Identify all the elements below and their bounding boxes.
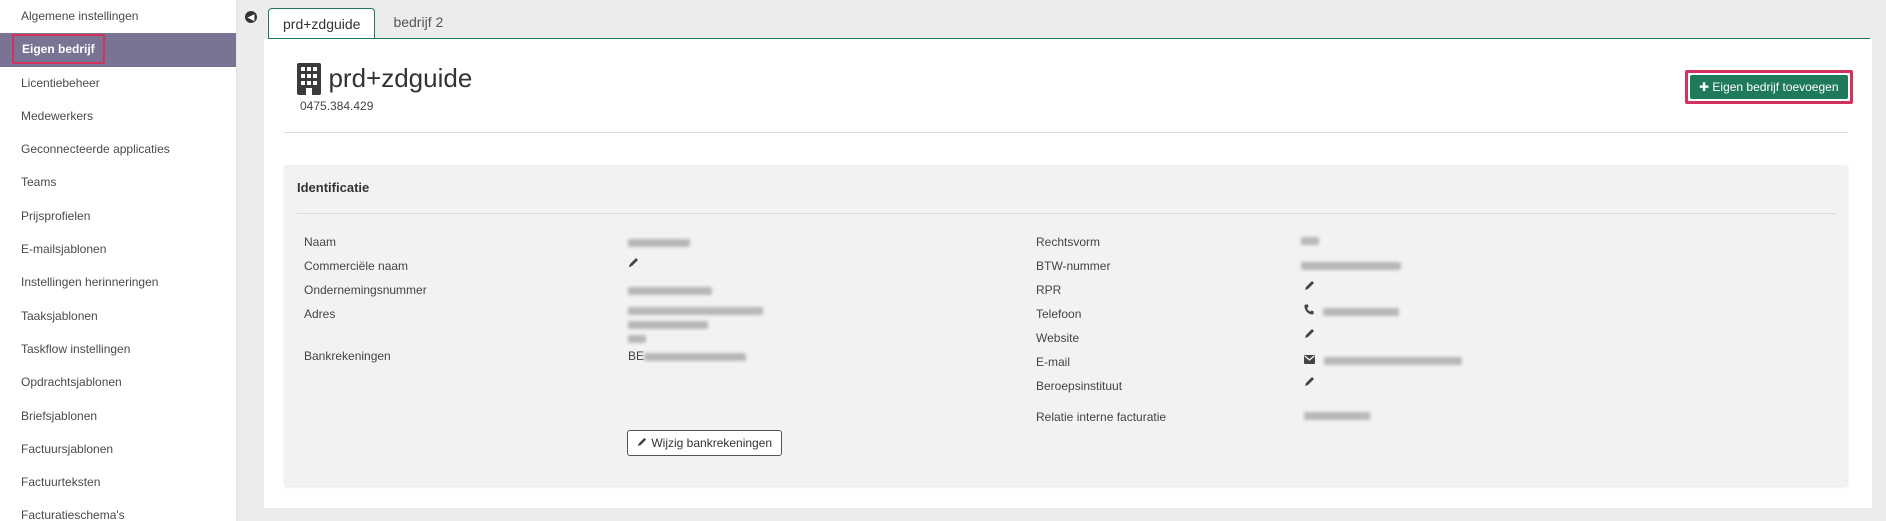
company-header: prd+zdguide xyxy=(296,61,472,100)
ondernemingsnummer-value xyxy=(628,283,712,297)
sidebar-item-e-mailsjablonen[interactable]: E-mailsjablonen xyxy=(0,233,236,266)
edit-website-icon[interactable] xyxy=(1304,327,1316,342)
edit-bank-accounts-label: Wijzig bankrekeningen xyxy=(651,436,773,450)
ondernemingsnummer-label: Ondernemingsnummer xyxy=(304,283,427,297)
card-divider xyxy=(297,213,1836,214)
page-title: prd+zdguide xyxy=(328,63,473,93)
edit-bank-accounts-button[interactable]: Wijzig bankrekeningen xyxy=(627,430,783,456)
bankrekeningen-label: Bankrekeningen xyxy=(304,349,391,363)
sidebar-item-licentiebeheer[interactable]: Licentiebeheer xyxy=(0,67,236,100)
sidebar-item-label: Eigen bedrijf xyxy=(12,34,105,65)
rechtsvorm-value xyxy=(1301,233,1319,247)
relatie-interne-facturatie-label: Relatie interne facturatie xyxy=(1036,410,1167,424)
relatie-interne-facturatie-value xyxy=(1304,408,1370,422)
naam-value xyxy=(628,235,690,249)
company-number: 0475.384.429 xyxy=(300,99,374,113)
tab-prd-zdguide[interactable]: prd+zdguide xyxy=(268,8,376,40)
adres-label: Adres xyxy=(304,307,336,321)
building-icon xyxy=(296,63,322,100)
phone-icon xyxy=(1304,304,1317,318)
rpr-label: RPR xyxy=(1036,283,1062,297)
website-label: Website xyxy=(1036,331,1080,345)
card-title: Identificatie xyxy=(297,180,370,195)
company-panel: prd+zdguide 0475.384.429 ✚ Eigen bedrijf… xyxy=(264,39,1872,508)
sidebar-item-factuurteksten[interactable]: Factuurteksten xyxy=(0,466,236,499)
email-label: E-mail xyxy=(1036,355,1071,369)
sidebar-item-factuursjablonen[interactable]: Factuursjablonen xyxy=(0,433,236,466)
btw-nummer-label: BTW-nummer xyxy=(1036,259,1111,273)
edit-beroepsinstituut-icon[interactable] xyxy=(1304,375,1316,390)
btw-nummer-value xyxy=(1301,258,1401,272)
sidebar-item-facturatieschemas[interactable]: Facturatieschema's xyxy=(0,499,236,521)
company-tabs: prd+zdguide bedrijf 2 xyxy=(268,7,461,40)
phone-value xyxy=(1304,304,1400,318)
rechtsvorm-label: Rechtsvorm xyxy=(1036,235,1101,249)
add-company-button[interactable]: ✚ Eigen bedrijf toevoegen xyxy=(1690,75,1848,99)
sidebar-item-briefsjablonen[interactable]: Briefsjablonen xyxy=(0,400,236,433)
sidebar-item-taaksjablonen[interactable]: Taaksjablonen xyxy=(0,300,236,333)
add-company-highlight: ✚ Eigen bedrijf toevoegen xyxy=(1685,70,1853,104)
identification-card: Identificatie Naam Commerciële naam Onde… xyxy=(284,165,1848,486)
add-company-label: Eigen bedrijf toevoegen xyxy=(1712,80,1839,94)
sidebar-item-instellingen-herinneringen[interactable]: Instellingen herinneringen xyxy=(0,266,236,299)
sidebar-item-algemene-instellingen[interactable]: Algemene instellingen xyxy=(0,0,236,33)
tab-bedrijf-2[interactable]: bedrijf 2 xyxy=(379,7,457,38)
edit-commercial-name-icon[interactable] xyxy=(628,256,640,271)
telefoon-label: Telefoon xyxy=(1036,307,1082,321)
collapse-sidebar-icon[interactable]: ◀ xyxy=(245,11,257,23)
envelope-icon xyxy=(1304,353,1318,367)
sidebar-item-medewerkers[interactable]: Medewerkers xyxy=(0,100,236,133)
plus-icon: ✚ xyxy=(1699,80,1710,94)
header-divider xyxy=(284,132,1848,133)
sidebar-item-eigen-bedrijf[interactable]: Eigen bedrijf xyxy=(0,33,236,67)
sidebar-item-opdrachtsjablonen[interactable]: Opdrachtsjablonen xyxy=(0,366,236,399)
adres-value xyxy=(628,303,763,345)
sidebar: Algemene instellingen Eigen bedrijf Lice… xyxy=(0,0,237,521)
edit-rpr-icon[interactable] xyxy=(1304,279,1316,294)
commercial-name-label: Commerciële naam xyxy=(304,259,409,273)
bank-prefix: BE xyxy=(628,349,645,363)
email-value xyxy=(1304,353,1463,367)
sidebar-item-prijsprofielen[interactable]: Prijsprofielen xyxy=(0,200,236,233)
naam-label: Naam xyxy=(304,235,337,249)
pencil-icon xyxy=(637,436,651,450)
sidebar-item-geconnecteerde-applicaties[interactable]: Geconnecteerde applicaties xyxy=(0,133,236,166)
sidebar-item-teams[interactable]: Teams xyxy=(0,166,236,199)
beroepsinstituut-label: Beroepsinstituut xyxy=(1036,379,1123,393)
sidebar-item-taskflow-instellingen[interactable]: Taskflow instellingen xyxy=(0,333,236,366)
bank-account-value: BE xyxy=(628,349,747,363)
